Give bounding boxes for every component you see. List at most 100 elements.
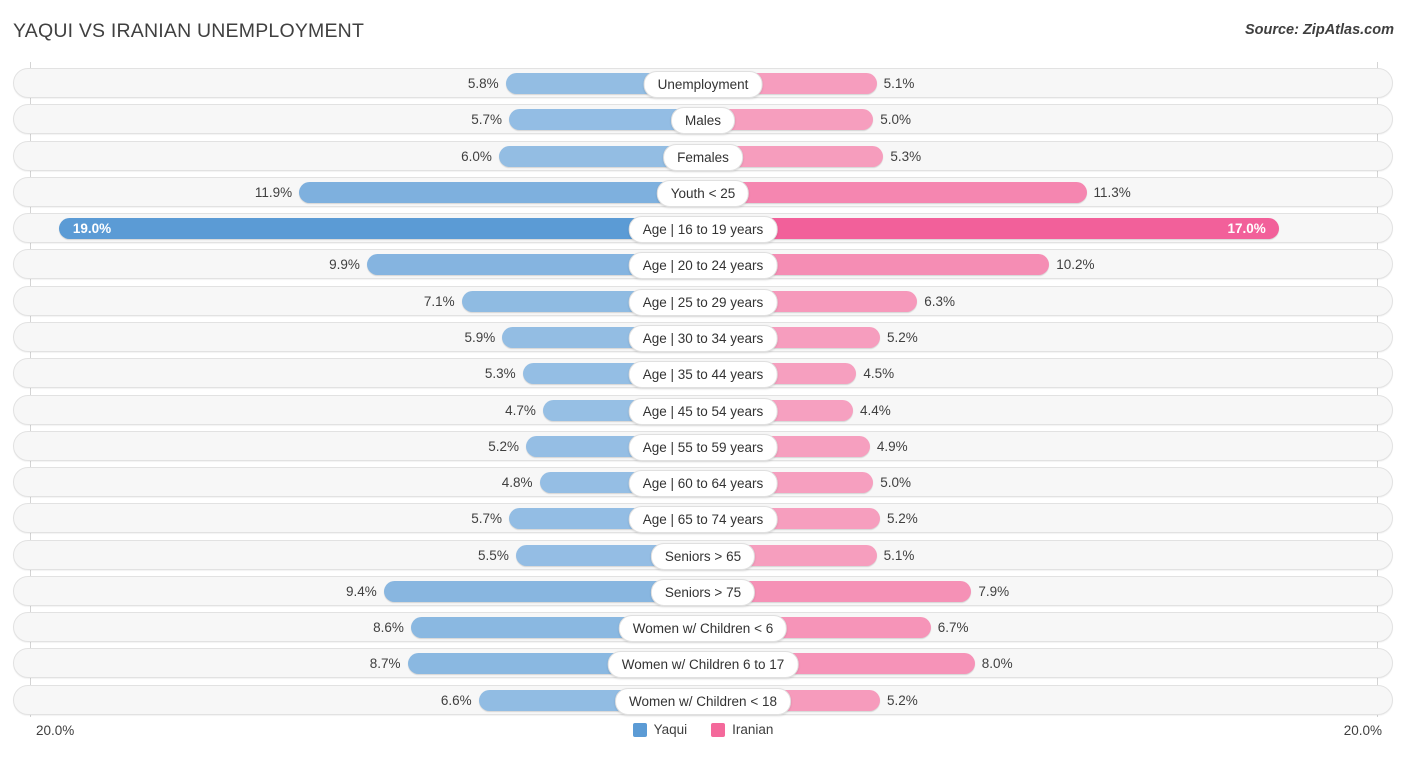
row-inner: 4.7% 4.4% Age | 45 to 54 years xyxy=(14,396,1392,425)
category-label[interactable]: Women w/ Children < 6 xyxy=(618,615,788,643)
table-row[interactable]: 4.7% 4.4% Age | 45 to 54 years xyxy=(13,394,1393,425)
value-label-iranian: 7.9% xyxy=(978,583,1010,599)
row-inner: 5.7% 5.0% Males xyxy=(14,105,1392,135)
value-label-yaqui: 11.9% xyxy=(254,184,293,200)
category-label[interactable]: Seniors > 65 xyxy=(650,542,756,570)
legend-item[interactable]: Iranian xyxy=(711,722,773,737)
row-inner: 8.7% 8.0% Women w/ Children 6 to 17 xyxy=(14,649,1392,679)
table-row[interactable]: 5.8% 5.1% Unemployment xyxy=(13,68,1393,98)
category-label[interactable]: Females xyxy=(663,143,743,171)
value-label-yaqui: 5.7% xyxy=(471,112,503,128)
value-label-yaqui: 7.1% xyxy=(423,293,455,309)
source-attribution: Source: ZipAtlas.com xyxy=(1244,22,1394,38)
category-label[interactable]: Males xyxy=(670,107,736,135)
chart-header: YAQUI VS IRANIAN UNEMPLOYMENT Source: Zi… xyxy=(0,0,1406,62)
value-label-yaqui: 5.8% xyxy=(467,76,499,91)
legend-label: Yaqui xyxy=(653,722,688,737)
value-label-yaqui: 5.9% xyxy=(464,329,496,345)
value-label-yaqui: 6.0% xyxy=(461,148,492,164)
value-label-iranian: 5.2% xyxy=(887,329,918,345)
value-label-iranian: 5.0% xyxy=(880,112,912,128)
value-label-iranian: 8.0% xyxy=(981,656,1013,672)
value-label-iranian: 10.2% xyxy=(1056,257,1095,273)
value-label-iranian: 5.3% xyxy=(890,148,922,164)
value-label-iranian: 4.9% xyxy=(876,438,908,454)
category-label[interactable]: Age | 20 to 24 years xyxy=(628,252,778,280)
category-label[interactable]: Seniors > 75 xyxy=(650,578,756,606)
value-label-iranian: 4.5% xyxy=(863,366,895,382)
bar-iranian[interactable] xyxy=(704,181,1087,203)
row-inner: 5.3% 4.5% Age | 35 to 44 years xyxy=(14,359,1392,389)
table-row[interactable]: 5.3% 4.5% Age | 35 to 44 years xyxy=(13,358,1393,389)
row-inner: 9.4% 7.9% Seniors > 75 xyxy=(14,577,1392,606)
table-row[interactable]: 5.9% 5.2% Age | 30 to 34 years xyxy=(13,321,1393,352)
category-label[interactable]: Age | 16 to 19 years xyxy=(628,216,778,244)
row-inner: 8.6% 6.7% Women w/ Children < 6 xyxy=(14,613,1392,643)
bar-yaqui[interactable] xyxy=(299,181,702,203)
legend-swatch-icon xyxy=(711,722,726,737)
value-label-yaqui: 5.5% xyxy=(478,547,509,563)
table-row[interactable]: 4.8% 5.0% Age | 60 to 64 years xyxy=(13,467,1393,498)
table-row[interactable]: 5.7% 5.2% Age | 65 to 74 years xyxy=(13,503,1393,534)
value-label-yaqui: 9.9% xyxy=(329,257,360,273)
page-title: YAQUI VS IRANIAN UNEMPLOYMENT xyxy=(13,20,365,42)
row-inner: 19.0% 17.0% Age | 16 to 19 years xyxy=(14,214,1392,244)
row-inner: 5.9% 5.2% Age | 30 to 34 years xyxy=(14,323,1392,352)
table-row[interactable]: 7.1% 6.3% Age | 25 to 29 years xyxy=(13,285,1393,316)
value-label-iranian: 5.1% xyxy=(883,547,915,563)
value-label-iranian: 4.4% xyxy=(859,402,891,418)
row-inner: 5.7% 5.2% Age | 65 to 74 years xyxy=(14,504,1392,534)
value-label-iranian: 6.3% xyxy=(924,293,956,309)
row-inner: 5.2% 4.9% Age | 55 to 59 years xyxy=(14,432,1392,461)
value-label-yaqui: 8.6% xyxy=(373,620,404,636)
value-label-yaqui: 19.0% xyxy=(72,221,112,237)
bar-iranian[interactable] xyxy=(704,218,1280,240)
legend-item[interactable]: Yaqui xyxy=(632,722,688,737)
legend-label: Iranian xyxy=(732,722,774,737)
row-inner: 11.9% 11.3% Youth < 25 xyxy=(14,178,1392,207)
value-label-iranian: 6.7% xyxy=(937,620,969,636)
category-label[interactable]: Women w/ Children 6 to 17 xyxy=(607,651,799,679)
value-label-iranian: 5.0% xyxy=(880,475,912,491)
category-label[interactable]: Age | 35 to 44 years xyxy=(628,361,778,389)
value-label-iranian: 5.2% xyxy=(887,692,918,708)
row-inner: 9.9% 10.2% Age | 20 to 24 years xyxy=(14,250,1392,280)
row-inner: 5.8% 5.1% Unemployment xyxy=(14,69,1392,98)
table-row[interactable]: 8.6% 6.7% Women w/ Children < 6 xyxy=(13,612,1393,643)
value-label-yaqui: 9.4% xyxy=(346,583,377,599)
legend-swatch-icon xyxy=(632,722,647,737)
value-label-yaqui: 5.2% xyxy=(488,438,519,454)
category-label[interactable]: Women w/ Children < 18 xyxy=(615,687,791,715)
value-label-iranian: 17.0% xyxy=(1227,221,1266,237)
category-label[interactable]: Age | 65 to 74 years xyxy=(628,506,778,534)
value-label-yaqui: 5.7% xyxy=(471,511,503,527)
value-label-yaqui: 4.8% xyxy=(501,475,533,491)
table-row[interactable]: 9.4% 7.9% Seniors > 75 xyxy=(13,575,1393,606)
category-label[interactable]: Age | 60 to 64 years xyxy=(628,470,778,498)
chart-legend: Yaqui Iranian xyxy=(0,722,1406,737)
table-row[interactable]: 9.9% 10.2% Age | 20 to 24 years xyxy=(13,249,1393,280)
table-row[interactable]: 5.5% 5.1% Seniors > 65 xyxy=(13,539,1393,570)
row-inner: 6.6% 5.2% Women w/ Children < 18 xyxy=(14,686,1392,715)
table-row[interactable]: 19.0% 17.0% Age | 16 to 19 years xyxy=(13,213,1393,244)
bar-yaqui[interactable] xyxy=(58,218,702,240)
chart-footer: 20.0% 20.0% Yaqui Iranian xyxy=(0,717,1406,757)
table-row[interactable]: 8.7% 8.0% Women w/ Children 6 to 17 xyxy=(13,648,1393,679)
table-row[interactable]: 11.9% 11.3% Youth < 25 xyxy=(13,176,1393,207)
category-label[interactable]: Age | 30 to 34 years xyxy=(628,324,778,352)
value-label-iranian: 5.1% xyxy=(883,76,915,91)
chart-plot-area: 5.8% 5.1% Unemployment 5.7% 5.0% Males 6.0% 5.3… xyxy=(0,62,1406,717)
value-label-iranian: 5.2% xyxy=(887,511,918,527)
row-inner: 6.0% 5.3% Females xyxy=(14,142,1392,171)
category-label[interactable]: Age | 25 to 29 years xyxy=(628,288,778,316)
row-inner: 7.1% 6.3% Age | 25 to 29 years xyxy=(14,287,1392,316)
value-label-yaqui: 4.7% xyxy=(505,402,536,418)
table-row[interactable]: 6.6% 5.2% Women w/ Children < 18 xyxy=(13,684,1393,715)
category-label[interactable]: Unemployment xyxy=(643,71,763,98)
category-label[interactable]: Age | 55 to 59 years xyxy=(628,433,778,461)
category-label[interactable]: Youth < 25 xyxy=(656,179,750,207)
table-row[interactable]: 6.0% 5.3% Females xyxy=(13,140,1393,171)
category-label[interactable]: Age | 45 to 54 years xyxy=(628,397,778,425)
table-row[interactable]: 5.2% 4.9% Age | 55 to 59 years xyxy=(13,430,1393,461)
table-row[interactable]: 5.7% 5.0% Males xyxy=(13,104,1393,135)
